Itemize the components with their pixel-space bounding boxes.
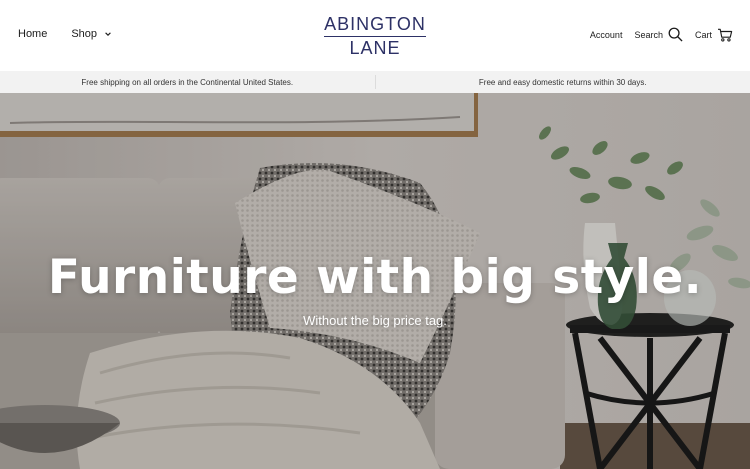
announcement-bar: Free shipping on all orders in the Conti… bbox=[0, 71, 750, 93]
cart-button[interactable]: Cart bbox=[695, 28, 733, 42]
logo-line-2: LANE bbox=[349, 38, 401, 58]
search-label: Search bbox=[634, 29, 663, 40]
utility-nav: Account Search Cart bbox=[590, 27, 733, 42]
logo-line-1: ABINGTON bbox=[324, 13, 426, 37]
cart-label: Cart bbox=[694, 29, 712, 40]
announcement-returns: Free and easy domestic returns within 30… bbox=[478, 77, 647, 87]
hero-banner[interactable]: Furniture with big style. Without the bi… bbox=[0, 93, 750, 469]
search-icon bbox=[668, 27, 683, 42]
site-header: Home Shop ABINGTON LANE Account Search C… bbox=[0, 0, 750, 71]
announcement-shipping: Free shipping on all orders in the Conti… bbox=[81, 77, 294, 87]
cart-icon bbox=[718, 28, 733, 42]
search-button[interactable]: Search bbox=[634, 27, 683, 42]
hero-subtitle: Without the big price tag. bbox=[303, 313, 447, 328]
hero-text: Furniture with big style. Without the bi… bbox=[0, 250, 750, 328]
hero-title: Furniture with big style. bbox=[47, 250, 703, 305]
account-link[interactable]: Account bbox=[590, 30, 623, 40]
